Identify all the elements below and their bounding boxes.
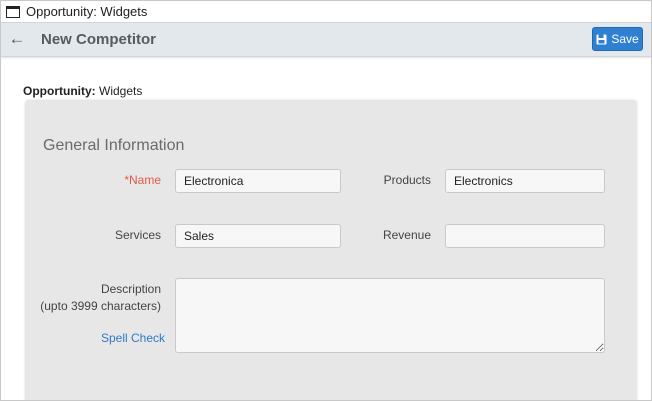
floppy-disk-icon	[596, 34, 607, 44]
revenue-label: Revenue	[382, 228, 431, 242]
save-button-label: Save	[611, 32, 639, 46]
general-information-panel: General Information *Name Products Servi…	[25, 100, 637, 400]
revenue-field[interactable]	[445, 224, 605, 248]
opportunity-context: Opportunity: Widgets	[23, 84, 142, 98]
page-header: ← New Competitor Save	[1, 23, 651, 57]
description-hint: (upto 3999 characters)	[40, 299, 161, 313]
services-field[interactable]	[175, 224, 341, 248]
section-title: General Information	[43, 137, 185, 154]
window-title: Opportunity: Widgets	[26, 4, 148, 19]
spell-check-link[interactable]: Spell Check	[101, 331, 165, 345]
description-label: Description	[100, 282, 161, 296]
window-titlebar: Opportunity: Widgets	[1, 1, 651, 23]
arrow-left-icon[interactable]: ←	[8, 29, 26, 49]
save-button[interactable]: Save	[592, 27, 643, 51]
app-window: Opportunity: Widgets ← New Competitor Sa…	[0, 0, 652, 401]
products-field[interactable]	[445, 169, 605, 193]
description-field[interactable]	[175, 278, 605, 353]
products-label: Products	[383, 173, 431, 187]
name-field[interactable]	[175, 169, 341, 193]
page-title: New Competitor	[41, 31, 157, 48]
window-icon	[6, 5, 20, 18]
opportunity-label: Opportunity:	[23, 84, 96, 98]
services-label: Services	[114, 228, 161, 242]
opportunity-value: Widgets	[99, 84, 143, 98]
name-label: *Name	[124, 173, 161, 187]
